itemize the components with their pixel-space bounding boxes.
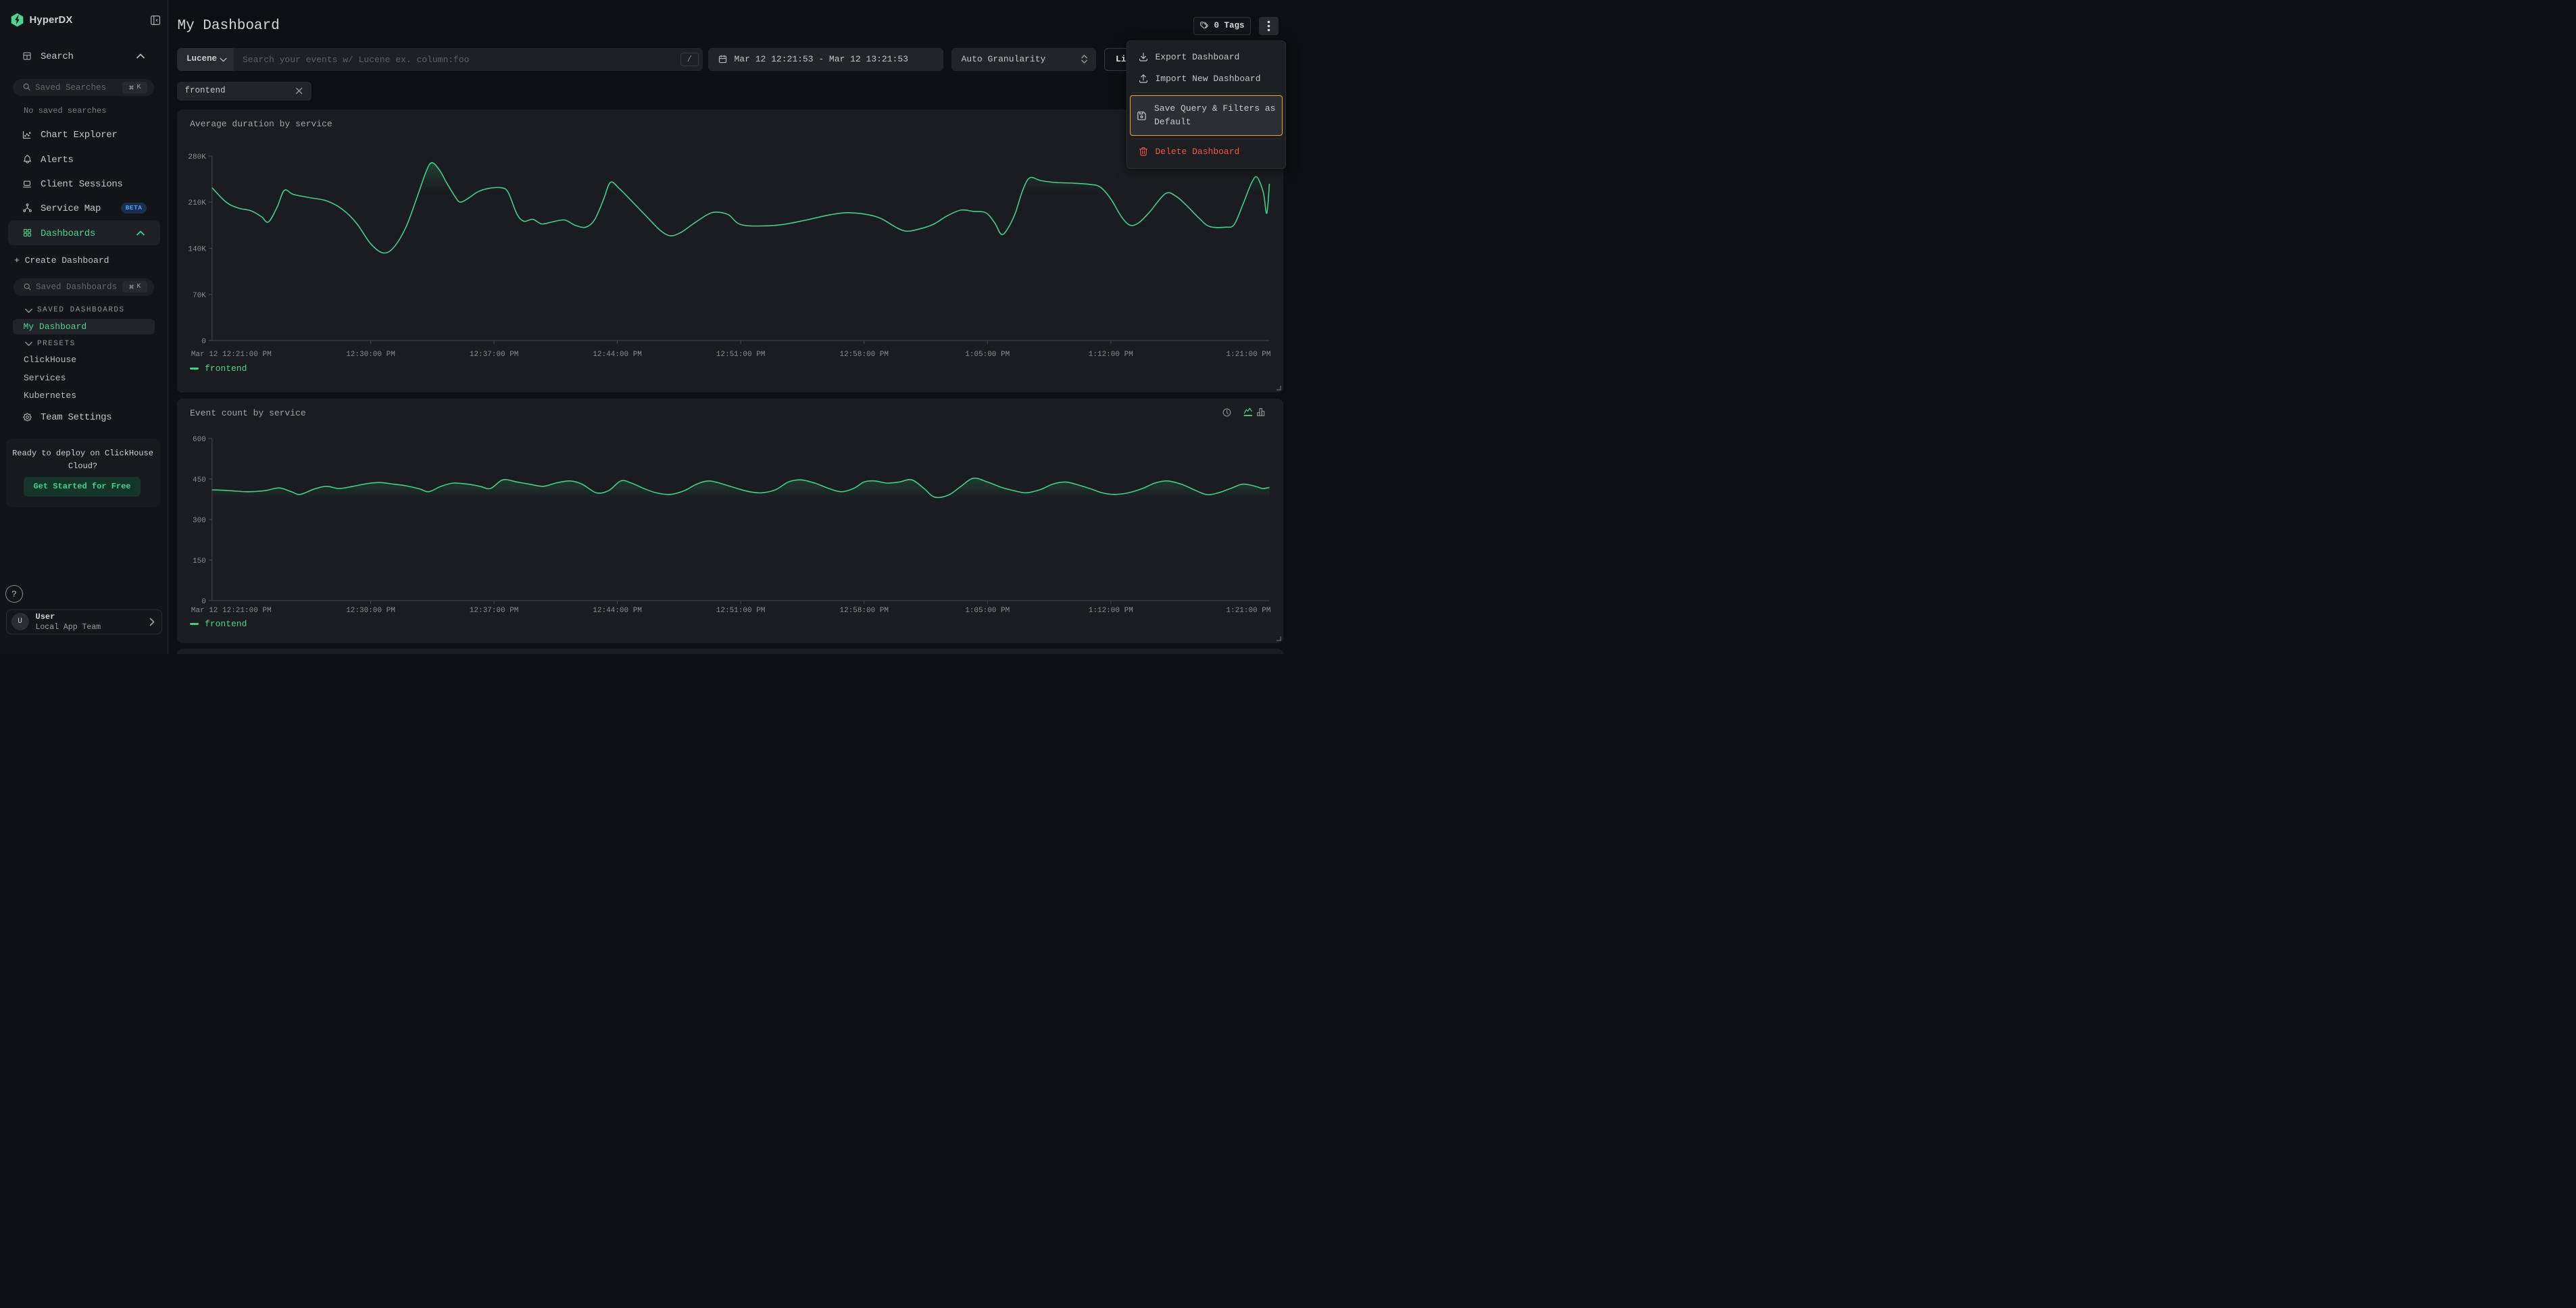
svg-text:150: 150 [192,557,205,565]
svg-text:12:51:00 PM: 12:51:00 PM [716,351,765,359]
svg-text:1:12:00 PM: 1:12:00 PM [1088,351,1133,359]
svg-text:0: 0 [201,338,206,346]
svg-text:Mar 12 12:21:00 PM: Mar 12 12:21:00 PM [191,607,271,615]
svg-text:600: 600 [192,436,205,444]
svg-text:12:30:00 PM: 12:30:00 PM [346,351,395,359]
svg-text:0: 0 [201,598,206,606]
svg-text:12:58:00 PM: 12:58:00 PM [839,607,889,615]
svg-text:12:30:00 PM: 12:30:00 PM [346,607,395,615]
svg-text:1:12:00 PM: 1:12:00 PM [1088,607,1133,615]
svg-text:12:44:00 PM: 12:44:00 PM [593,351,642,359]
svg-text:1:21:00 PM: 1:21:00 PM [1226,607,1270,615]
svg-text:12:58:00 PM: 12:58:00 PM [839,351,889,359]
svg-text:280K: 280K [188,153,206,161]
svg-text:12:51:00 PM: 12:51:00 PM [716,607,765,615]
svg-text:1:05:00 PM: 1:05:00 PM [965,351,1010,359]
svg-text:70K: 70K [192,292,205,300]
svg-text:450: 450 [192,476,205,484]
svg-text:210K: 210K [188,199,206,207]
svg-text:12:37:00 PM: 12:37:00 PM [469,351,518,359]
svg-text:300: 300 [192,517,205,525]
svg-text:140K: 140K [188,246,206,254]
svg-text:1:05:00 PM: 1:05:00 PM [965,607,1010,615]
svg-text:12:37:00 PM: 12:37:00 PM [469,607,518,615]
svg-text:1:21:00 PM: 1:21:00 PM [1226,351,1270,359]
svg-text:12:44:00 PM: 12:44:00 PM [593,607,642,615]
svg-text:Mar 12 12:21:00 PM: Mar 12 12:21:00 PM [191,351,271,359]
